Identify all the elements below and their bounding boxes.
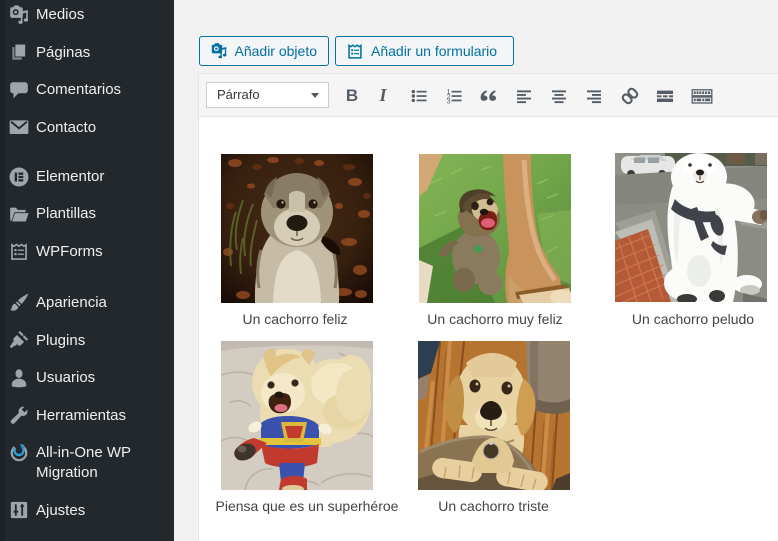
svg-text:3: 3 [447, 98, 451, 105]
